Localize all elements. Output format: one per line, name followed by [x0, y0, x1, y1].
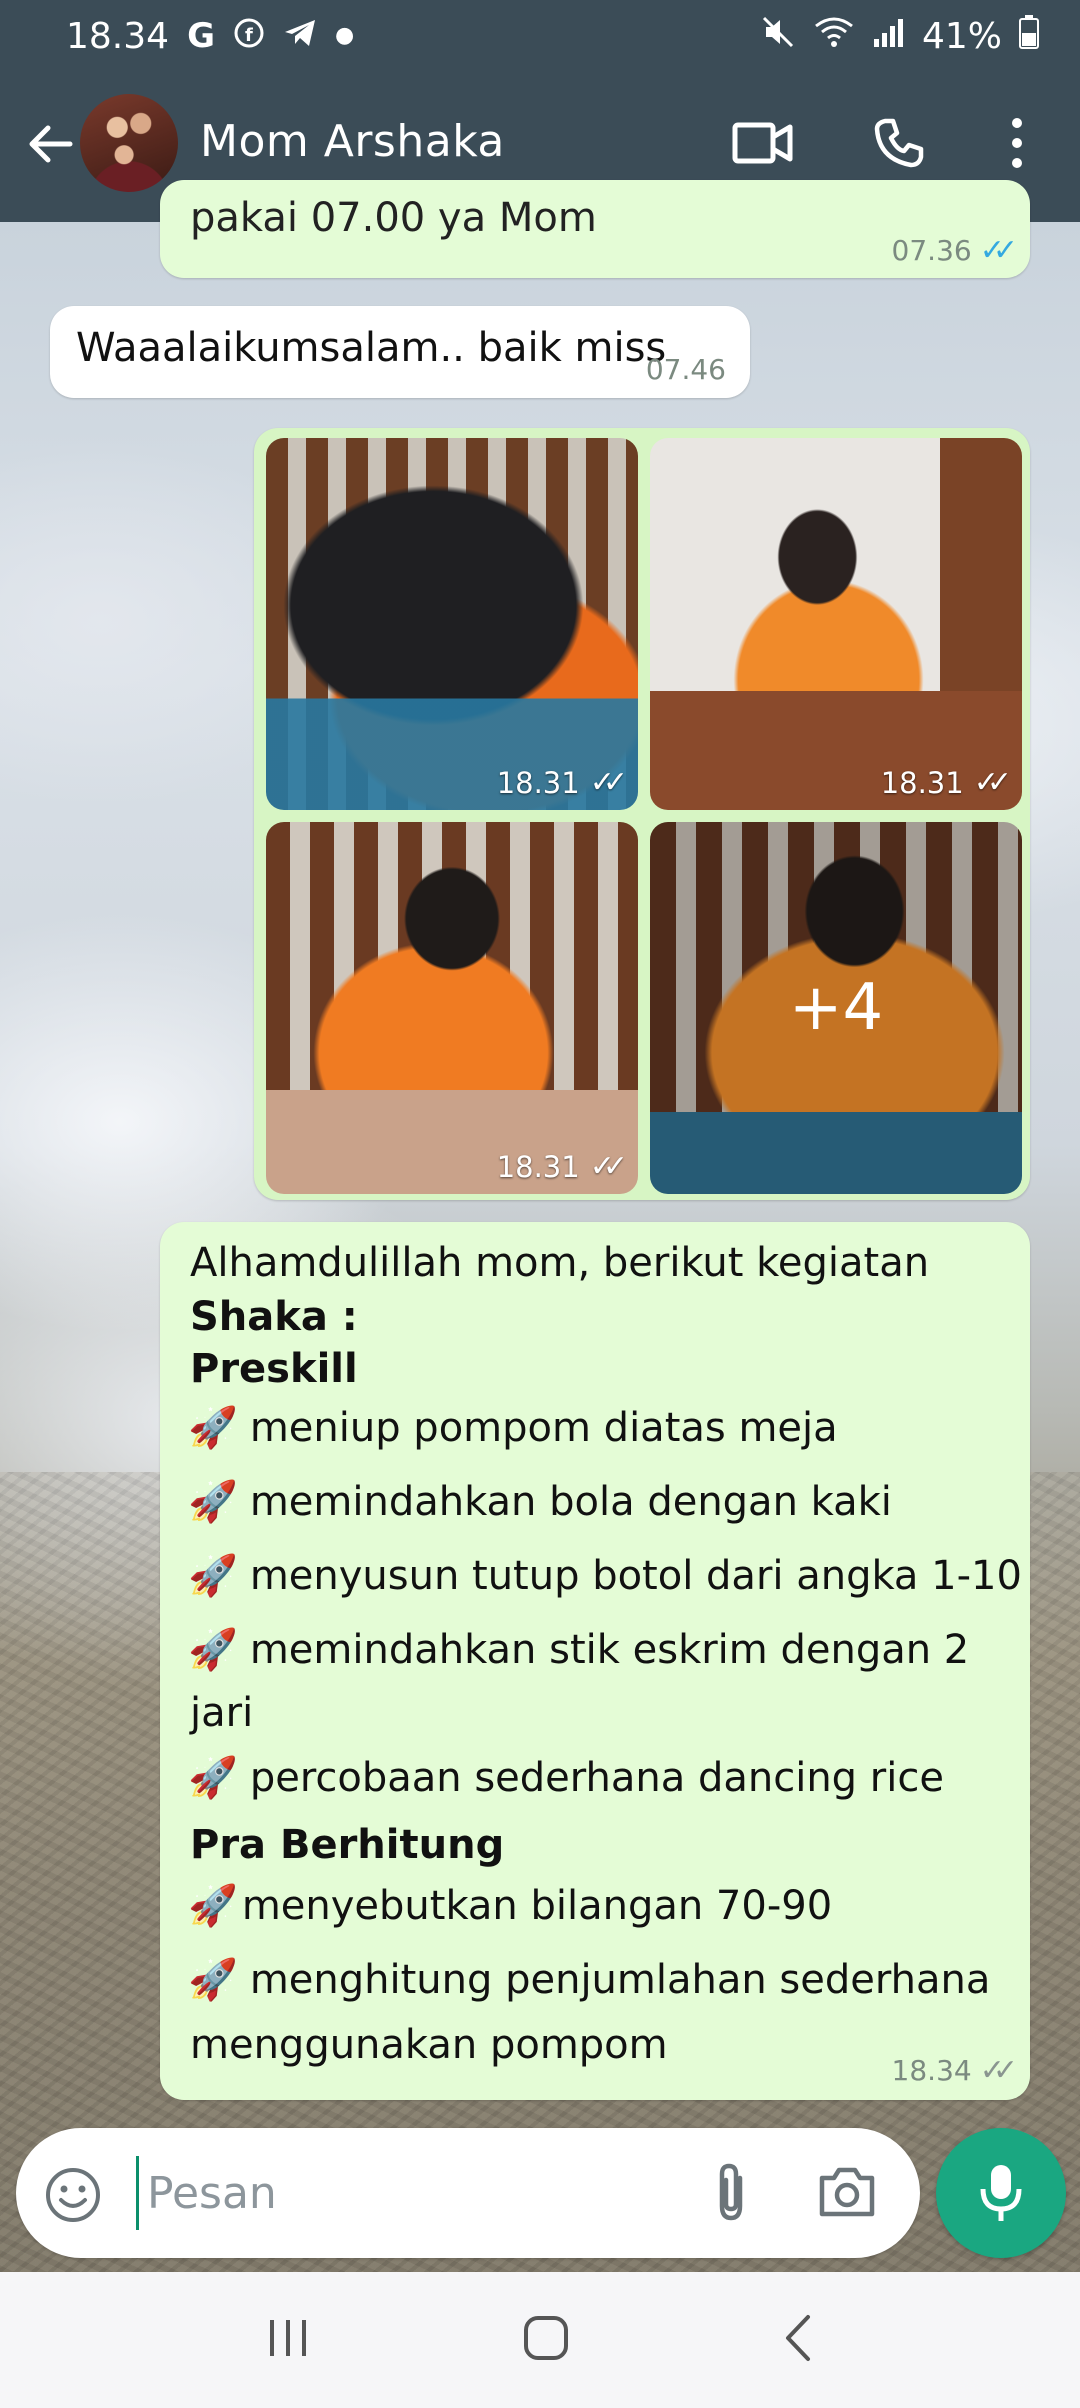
rocket-icon: 🚀 [188, 1755, 238, 1801]
list-item: 🚀 memindahkan stik eskrim dengan 2 [188, 1626, 969, 1673]
facebook-icon: f [233, 17, 265, 55]
message-text: Waaalaikumsalam.. baik miss [76, 325, 667, 371]
system-nav-bar [0, 2272, 1080, 2408]
list-item-text: menyusun tutup botol dari angka 1-10 [249, 1553, 1022, 1599]
rocket-icon: 🚀 [188, 1553, 238, 1599]
rocket-icon: 🚀 [188, 1405, 238, 1451]
list-item: 🚀 percobaan sederhana dancing rice [188, 1754, 944, 1801]
message-bubble-outgoing[interactable]: Alhamdulillah mom, berikut kegiatan Shak… [160, 1222, 1030, 2100]
delivered-tick-icon: ✓✓ [589, 1149, 628, 1184]
message-composer [16, 2128, 920, 2258]
message-bubble-outgoing[interactable]: pakai 07.00 ya Mom 07.36 ✓✓ [160, 180, 1030, 278]
timestamp-text: 18.31 [496, 1149, 580, 1184]
avatar[interactable] [80, 94, 178, 192]
message-timestamp: 07.46 [646, 353, 726, 386]
video-call-icon[interactable] [728, 108, 798, 178]
google-icon: G [187, 16, 215, 56]
list-item-continuation: menggunakan pompom [190, 2022, 668, 2068]
rocket-icon: 🚀 [188, 1479, 238, 1525]
rocket-icon: 🚀 [188, 1627, 238, 1673]
delivered-tick-icon: ✓✓ [589, 765, 628, 800]
more-photos-count: +4 [650, 822, 1022, 1194]
delivered-tick-icon: ✓✓ [979, 2053, 1018, 2088]
battery-icon [1018, 14, 1040, 59]
telegram-icon [283, 17, 317, 55]
rocket-icon: 🚀 [188, 1883, 238, 1929]
status-bar: 18.34 G f ● 41% [0, 0, 1080, 72]
read-receipt-icon: ✓✓ [979, 233, 1018, 268]
recent-apps-icon[interactable] [264, 2316, 312, 2364]
wifi-icon [812, 14, 856, 59]
emoji-icon[interactable] [44, 2166, 102, 2228]
svg-text:f: f [245, 25, 253, 46]
delivered-tick-icon: ✓✓ [973, 765, 1012, 800]
list-item: 🚀 menghitung penjumlahan sederhana [188, 1956, 990, 2003]
contact-name[interactable]: Mom Arshaka [200, 116, 505, 167]
section-heading: Preskill [190, 1346, 358, 1392]
message-timestamp: 18.34 ✓✓ [891, 2053, 1019, 2088]
voice-message-button[interactable] [936, 2128, 1066, 2258]
timestamp-text: 18.31 [496, 765, 580, 800]
photo-thumbnail[interactable]: 18.31 ✓✓ [650, 438, 1022, 810]
home-icon[interactable] [521, 2313, 571, 2367]
section-heading: Pra Berhitung [190, 1822, 505, 1868]
photo-album-bubble[interactable]: 18.31 ✓✓ 18.31 ✓✓ 18.31 ✓✓ +4 [254, 428, 1030, 1200]
more-options-icon[interactable] [982, 108, 1052, 178]
list-item-text: memindahkan stik eskrim dengan 2 [249, 1627, 970, 1673]
list-item: 🚀 menyebutkan bilangan 70-90 [188, 1882, 832, 1929]
mute-icon [760, 14, 796, 59]
back-nav-icon[interactable] [780, 2313, 816, 2367]
message-input[interactable] [136, 2156, 696, 2230]
photo-timestamp: 18.31 ✓✓ [496, 1149, 628, 1184]
photo-thumbnail[interactable]: 18.31 ✓✓ [266, 822, 638, 1194]
list-item-text: memindahkan bola dengan kaki [249, 1479, 892, 1525]
status-time: 18.34 [66, 15, 170, 57]
microphone-icon [980, 2165, 1022, 2221]
list-item-text: meniup pompom diatas meja [249, 1405, 838, 1451]
message-timestamp: 07.36 ✓✓ [891, 233, 1019, 268]
attach-icon[interactable] [706, 2162, 756, 2228]
message-line-bold: Shaka : [190, 1294, 358, 1340]
message-text: pakai 07.00 ya Mom [190, 195, 597, 241]
list-item: 🚀 meniup pompom diatas meja [188, 1404, 838, 1451]
photo-timestamp: 18.31 ✓✓ [496, 765, 628, 800]
list-item-text: percobaan sederhana dancing rice [249, 1755, 944, 1801]
list-item: 🚀 menyusun tutup botol dari angka 1-10 [188, 1552, 1022, 1599]
timestamp-text: 18.31 [880, 765, 964, 800]
notification-dot-icon: ● [334, 23, 355, 48]
list-item-continuation: jari [190, 1690, 254, 1736]
voice-call-icon[interactable] [864, 108, 934, 178]
timestamp-text: 07.36 [891, 234, 972, 267]
camera-icon[interactable] [816, 2164, 878, 2224]
timestamp-text: 18.34 [891, 2054, 972, 2087]
rocket-icon: 🚀 [188, 1957, 238, 2003]
message-bubble-incoming[interactable]: Waaalaikumsalam.. baik miss 07.46 [50, 306, 750, 398]
message-line: Alhamdulillah mom, berikut kegiatan [190, 1240, 930, 1286]
photo-timestamp: 18.31 ✓✓ [880, 765, 1012, 800]
back-arrow-icon[interactable] [22, 116, 78, 172]
battery-level: 41% [921, 15, 1002, 57]
list-item: 🚀 memindahkan bola dengan kaki [188, 1478, 892, 1525]
timestamp-text: 07.46 [645, 353, 726, 386]
signal-icon [872, 15, 906, 58]
list-item-text: menyebutkan bilangan 70-90 [241, 1883, 833, 1929]
photo-thumbnail[interactable]: 18.31 ✓✓ [266, 438, 638, 810]
list-item-text: menghitung penjumlahan sederhana [249, 1957, 991, 2003]
photo-thumbnail-more[interactable]: +4 [650, 822, 1022, 1194]
